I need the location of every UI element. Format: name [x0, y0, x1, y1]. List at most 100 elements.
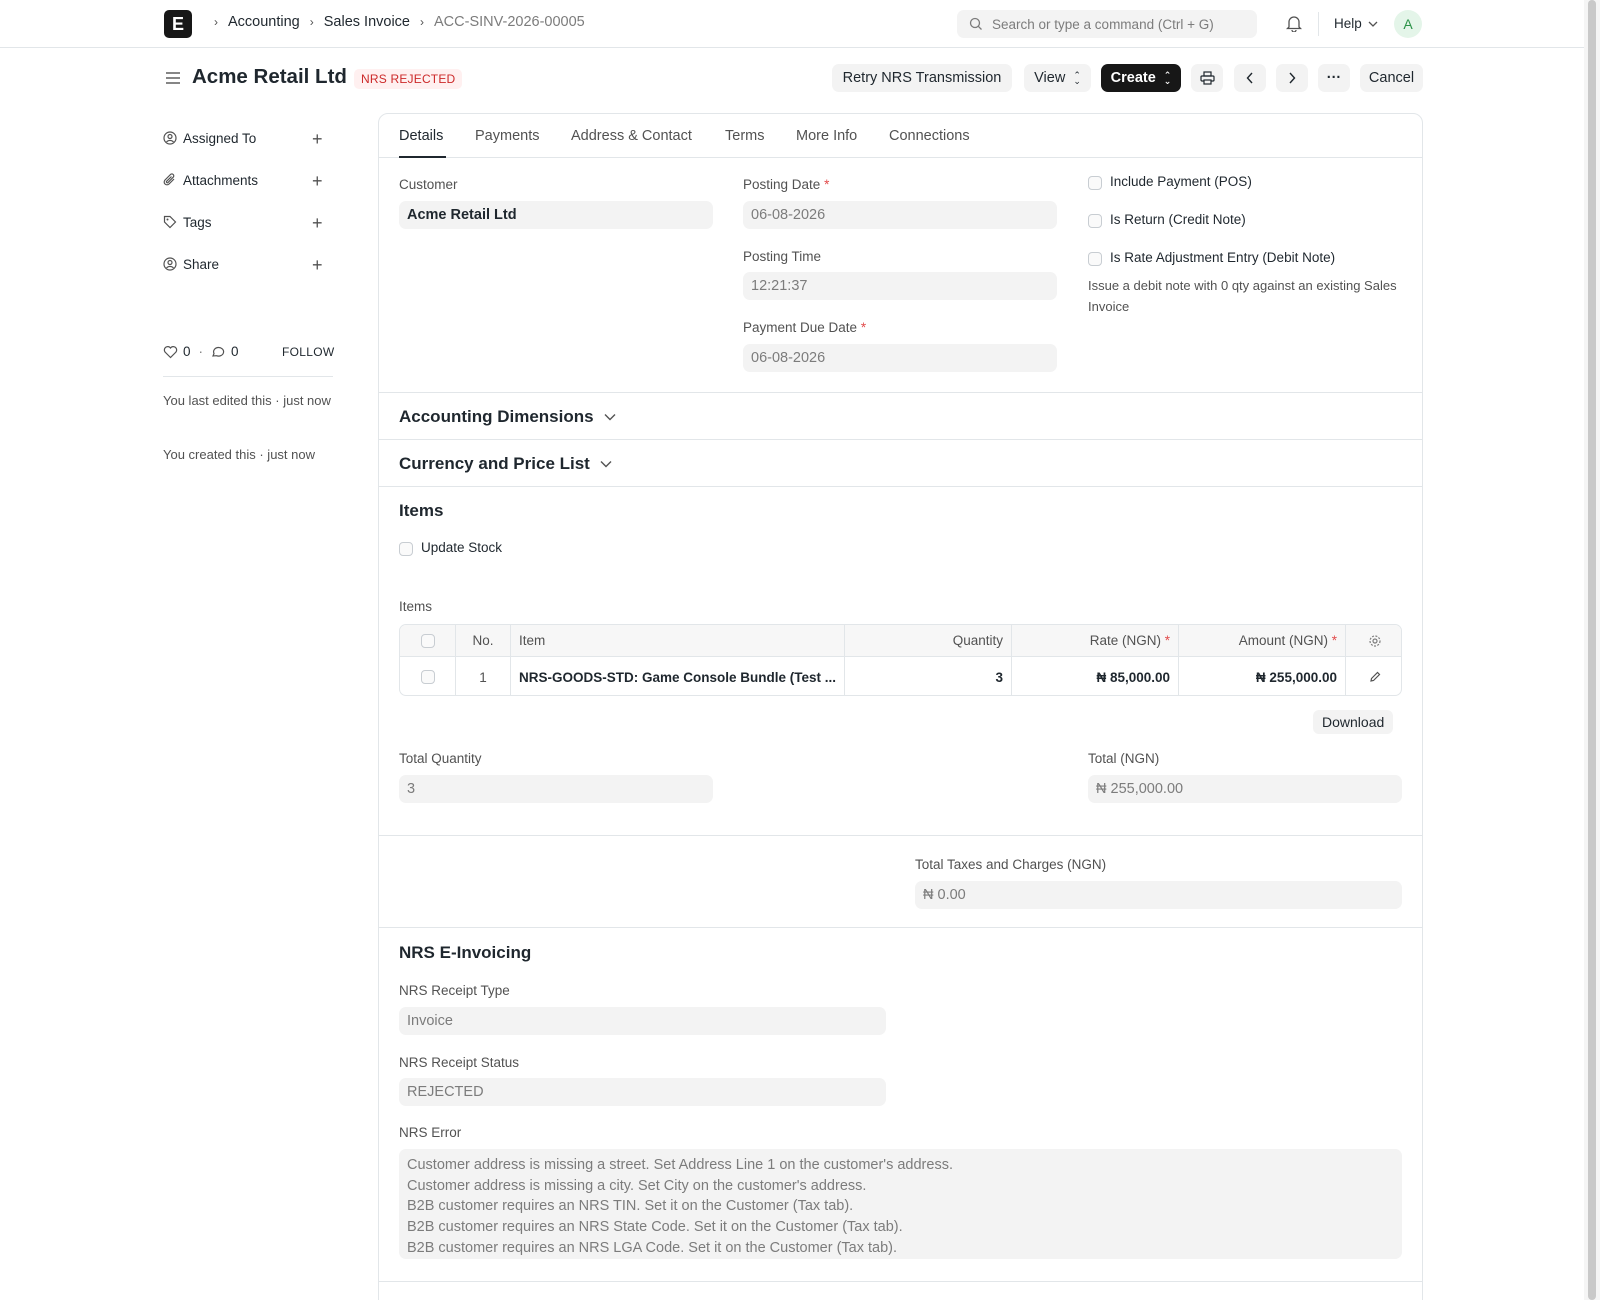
nrs-error-line: B2B customer requires an NRS LGA Code. S…: [407, 1239, 897, 1256]
hamburger-icon[interactable]: [165, 70, 181, 86]
required-marker: *: [1164, 633, 1170, 648]
column-settings[interactable]: [1346, 625, 1401, 656]
items-table: No. Item Quantity Rate (NGN) * Amount (N…: [399, 624, 1402, 696]
cancel-button[interactable]: Cancel: [1360, 64, 1423, 92]
row-quantity[interactable]: 3: [845, 657, 1012, 695]
table-row[interactable]: 1 NRS-GOODS-STD: Game Console Bundle (Te…: [400, 657, 1401, 695]
add-attachment-icon[interactable]: +: [312, 172, 323, 190]
chevron-down-icon: [600, 461, 612, 468]
nrs-error-label: NRS Error: [399, 1125, 462, 1140]
help-dropdown[interactable]: Help: [1334, 16, 1378, 31]
rate-adjustment-description: Issue a debit note with 0 qty against an…: [1088, 278, 1397, 314]
next-button[interactable]: [1276, 64, 1308, 92]
comment-icon[interactable]: [211, 345, 226, 359]
add-tag-icon[interactable]: +: [312, 214, 323, 232]
paperclip-icon: [163, 173, 175, 186]
required-marker: *: [1331, 633, 1337, 648]
customer-label: Customer: [399, 177, 458, 192]
total-quantity-label: Total Quantity: [399, 751, 482, 766]
section-divider: [379, 927, 1422, 928]
nrs-error-line: Customer address is missing a street. Se…: [407, 1157, 953, 1173]
select-all-checkbox[interactable]: [420, 633, 435, 648]
total-taxes-label: Total Taxes and Charges (NGN): [915, 857, 1107, 872]
edit-row-button[interactable]: [1346, 657, 1401, 695]
nrs-receipt-type-label: NRS Receipt Type: [399, 983, 510, 998]
heart-icon[interactable]: [163, 345, 178, 359]
tab-details[interactable]: Details: [399, 128, 443, 144]
more-actions-button[interactable]: ···: [1318, 64, 1350, 92]
items-section-title: Items: [399, 501, 444, 520]
follow-button[interactable]: FOLLOW: [282, 345, 334, 359]
col-rate: Rate (NGN) *: [1012, 625, 1179, 656]
row-checkbox[interactable]: [420, 670, 435, 684]
tab-terms[interactable]: Terms: [725, 128, 764, 144]
breadcrumb-sales-invoice[interactable]: Sales Invoice: [324, 14, 410, 30]
row-rate[interactable]: ₦ 85,000.00: [1012, 657, 1179, 695]
chevron-down-icon: [604, 414, 616, 421]
bell-icon[interactable]: [1286, 14, 1302, 32]
add-assignee-icon[interactable]: +: [312, 130, 323, 148]
update-stock-checkbox[interactable]: [399, 542, 413, 556]
comments-count: 0: [231, 344, 239, 359]
row-item[interactable]: NRS-GOODS-STD: Game Console Bundle (Test…: [511, 657, 845, 695]
accounting-dimensions-section[interactable]: Accounting Dimensions: [399, 407, 616, 427]
total-taxes-field: ₦ 0.00: [915, 881, 1402, 909]
rate-adjustment-checkbox[interactable]: [1088, 252, 1102, 266]
posting-time-field[interactable]: 12:21:37: [743, 272, 1057, 300]
search-placeholder: Search or type a command (Ctrl + G): [992, 16, 1214, 32]
sidebar-item-tags[interactable]: Tags: [163, 212, 333, 232]
updown-icon: ⌃ ⌄: [1073, 70, 1081, 86]
tab-connections[interactable]: Connections: [889, 128, 970, 144]
download-button[interactable]: Download: [1313, 710, 1394, 734]
rate-adjustment-label: Is Rate Adjustment Entry (Debit Note): [1110, 250, 1336, 265]
tab-payments[interactable]: Payments: [475, 128, 539, 144]
posting-date-field[interactable]: 06-08-2026: [743, 201, 1057, 229]
pencil-icon: [1369, 671, 1380, 682]
is-return-checkbox[interactable]: [1088, 214, 1102, 228]
sidebar-item-attachments[interactable]: Attachments: [163, 170, 333, 190]
section-divider: [379, 835, 1422, 836]
assign-icon: [163, 131, 177, 145]
tab-address-contact[interactable]: Address & Contact: [571, 128, 692, 144]
view-button[interactable]: View ⌃ ⌄: [1024, 64, 1091, 92]
customer-field[interactable]: Acme Retail Ltd: [399, 201, 713, 229]
tab-more-info[interactable]: More Info: [796, 128, 857, 144]
previous-button[interactable]: [1234, 64, 1266, 92]
row-no: 1: [456, 657, 511, 695]
likes-comments: 0 · 0: [163, 344, 239, 359]
share-icon: [163, 257, 177, 271]
total-field: ₦ 255,000.00: [1088, 775, 1402, 803]
search-input[interactable]: Search or type a command (Ctrl + G): [957, 10, 1257, 38]
nrs-error-field: Customer address is missing a street. Se…: [399, 1149, 1402, 1259]
sidebar-item-share[interactable]: Share: [163, 254, 333, 274]
update-stock-label: Update Stock: [421, 540, 503, 555]
sidebar-item-assigned-to[interactable]: Assigned To: [163, 128, 333, 148]
sidebar-item-label: Assigned To: [183, 130, 257, 146]
print-button[interactable]: [1191, 64, 1223, 92]
app-logo[interactable]: E: [164, 10, 192, 38]
nrs-receipt-type-field: Invoice: [399, 1007, 886, 1035]
nrs-error-line: B2B customer requires an NRS State Code.…: [407, 1219, 903, 1236]
create-button[interactable]: Create ⌃ ⌄: [1101, 64, 1181, 92]
form-card: Details Payments Address & Contact Terms…: [378, 113, 1423, 1300]
include-payment-label: Include Payment (POS): [1110, 174, 1252, 189]
chevron-right-icon: ›: [420, 15, 424, 29]
breadcrumb-current: ACC-SINV-2026-00005: [434, 14, 585, 30]
add-share-icon[interactable]: +: [312, 256, 323, 274]
sidebar-item-label: Tags: [183, 214, 212, 230]
payment-due-date-field[interactable]: 06-08-2026: [743, 344, 1057, 372]
section-divider: [379, 439, 1422, 440]
posting-time-label: Posting Time: [743, 249, 822, 264]
nrs-error-line: B2B customer requires an NRS TIN. Set it…: [407, 1198, 854, 1215]
navbar: E › Accounting › Sales Invoice › ACC-SIN…: [0, 0, 1584, 48]
col-item: Item: [511, 625, 845, 656]
currency-price-list-section[interactable]: Currency and Price List: [399, 454, 612, 474]
retry-nrs-button[interactable]: Retry NRS Transmission: [832, 64, 1012, 92]
scrollbar-thumb[interactable]: [1588, 0, 1596, 1300]
avatar[interactable]: A: [1394, 10, 1422, 38]
include-payment-checkbox[interactable]: [1088, 176, 1102, 190]
help-label: Help: [1334, 16, 1362, 31]
breadcrumb-accounting[interactable]: Accounting: [228, 14, 300, 30]
col-amount: Amount (NGN) *: [1179, 625, 1346, 656]
items-table-label: Items: [399, 599, 433, 614]
